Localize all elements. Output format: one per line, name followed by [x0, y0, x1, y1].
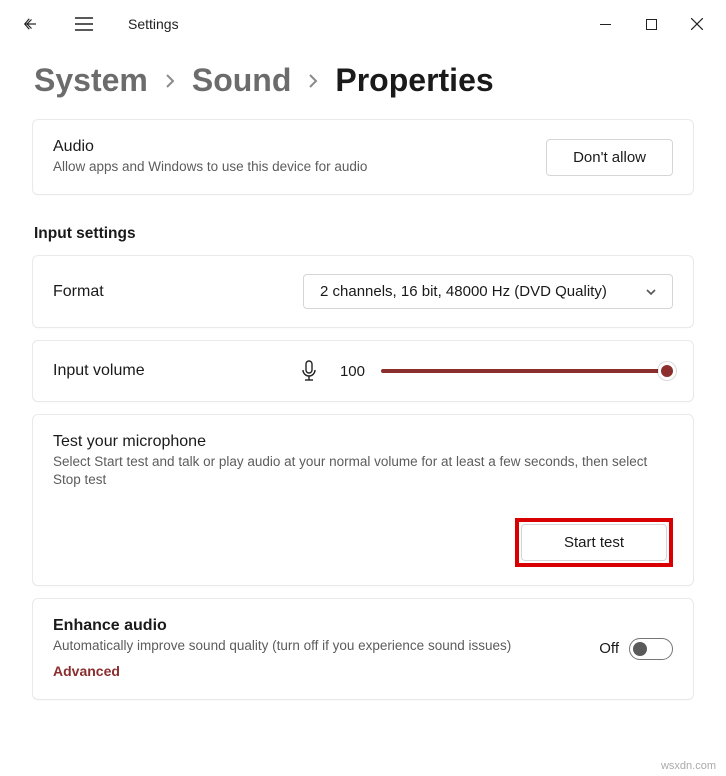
breadcrumb-system[interactable]: System: [34, 62, 148, 99]
breadcrumb: System Sound Properties: [34, 62, 694, 99]
dont-allow-button[interactable]: Don't allow: [546, 139, 673, 176]
toggle-state-label: Off: [599, 640, 619, 657]
volume-value: 100: [335, 363, 365, 380]
watermark: wsxdn.com: [661, 760, 716, 772]
input-settings-header: Input settings: [34, 225, 694, 243]
enhance-title: Enhance audio: [53, 617, 583, 635]
format-label: Format: [53, 283, 287, 301]
window-title: Settings: [128, 16, 179, 32]
format-card: Format 2 channels, 16 bit, 48000 Hz (DVD…: [32, 255, 694, 328]
highlight-box: Start test: [515, 518, 673, 567]
chevron-down-icon: [644, 285, 658, 299]
test-title: Test your microphone: [53, 433, 673, 451]
enhance-audio-card: Enhance audio Automatically improve soun…: [32, 598, 694, 700]
titlebar: Settings: [0, 0, 726, 48]
input-volume-label: Input volume: [53, 362, 283, 380]
format-value: 2 channels, 16 bit, 48000 Hz (DVD Qualit…: [320, 283, 607, 300]
start-test-button[interactable]: Start test: [521, 524, 667, 561]
breadcrumb-sound[interactable]: Sound: [192, 62, 292, 99]
volume-slider[interactable]: [381, 362, 673, 380]
test-microphone-card: Test your microphone Select Start test a…: [32, 414, 694, 585]
microphone-icon: [299, 359, 319, 383]
close-button[interactable]: [674, 8, 720, 40]
test-subtitle: Select Start test and talk or play audio…: [53, 453, 673, 489]
menu-button[interactable]: [66, 6, 102, 42]
chevron-right-icon: [307, 72, 319, 90]
enhance-toggle[interactable]: [629, 638, 673, 660]
audio-title: Audio: [53, 138, 530, 156]
chevron-right-icon: [164, 72, 176, 90]
back-button[interactable]: [12, 6, 48, 42]
audio-subtitle: Allow apps and Windows to use this devic…: [53, 158, 530, 176]
format-select[interactable]: 2 channels, 16 bit, 48000 Hz (DVD Qualit…: [303, 274, 673, 309]
input-volume-card: Input volume 100: [32, 340, 694, 402]
breadcrumb-current: Properties: [335, 62, 493, 99]
enhance-subtitle: Automatically improve sound quality (tur…: [53, 637, 583, 655]
audio-card: Audio Allow apps and Windows to use this…: [32, 119, 694, 195]
maximize-button[interactable]: [628, 8, 674, 40]
slider-thumb[interactable]: [658, 362, 676, 380]
minimize-button[interactable]: [582, 8, 628, 40]
advanced-link[interactable]: Advanced: [53, 663, 120, 679]
